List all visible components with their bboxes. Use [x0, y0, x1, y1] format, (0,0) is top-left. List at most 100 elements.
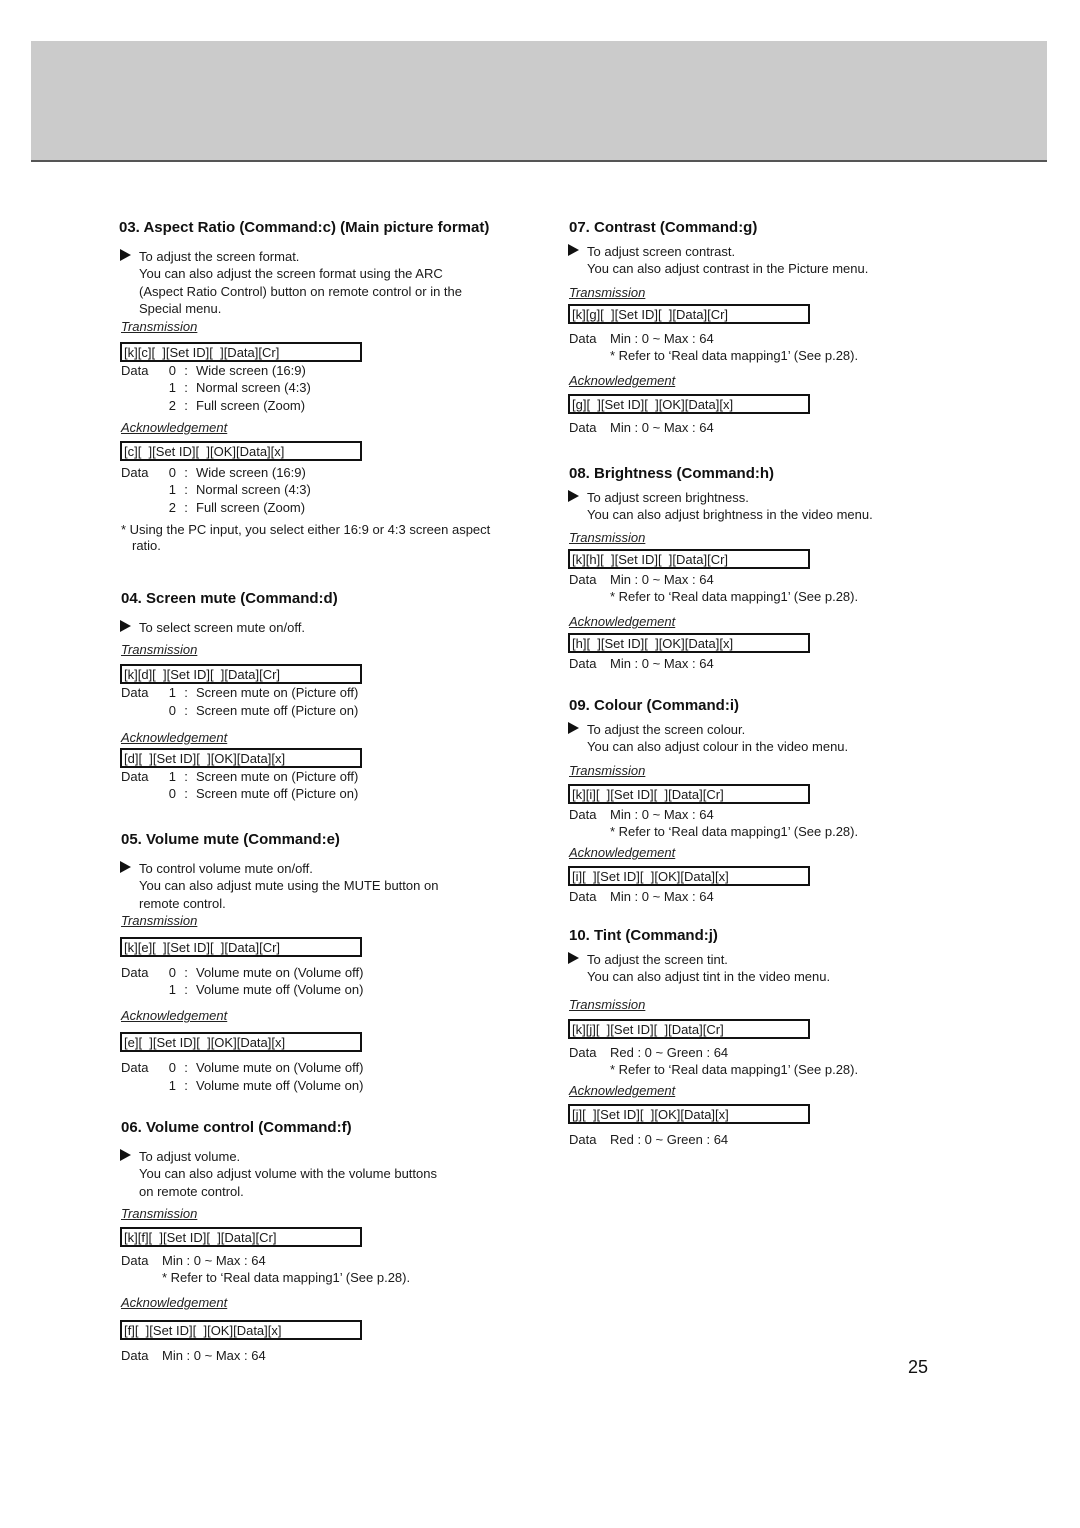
data-value: 1 — [168, 1077, 176, 1093]
description: To adjust the screen tint. You can also … — [568, 951, 929, 986]
data-text: Full screen (Zoom) — [196, 397, 306, 413]
data-range: Red : 0 ~ Green : 64 — [610, 1132, 729, 1148]
data-range: Min : 0 ~ Max : 64 — [610, 330, 714, 346]
description: To adjust screen contrast. You can also … — [568, 243, 929, 278]
data-range: Min : 0 ~ Max : 64 — [610, 571, 714, 587]
data-text: Screen mute off (Picture on) — [196, 786, 359, 802]
triangle-bullet-icon — [568, 952, 579, 964]
data-text: Volume mute on (Volume off) — [196, 964, 364, 980]
description: To adjust volume. You can also adjust vo… — [120, 1148, 541, 1200]
data-key: Data — [569, 806, 597, 822]
section-title: 05. Volume mute (Command:e) — [121, 831, 340, 848]
data-text: Screen mute on (Picture off) — [196, 768, 359, 784]
transmission-label: Transmission — [569, 762, 646, 778]
data-value: 0 — [168, 1060, 176, 1076]
description-line: remote control. — [139, 895, 226, 911]
data-range-row: Data Min : 0 ~ Max : 64 — [569, 655, 929, 672]
data-row: Data 0: Volume mute on (Volume off) — [121, 964, 541, 981]
data-range-row: Data Min : 0 ~ Max : 64 — [569, 330, 929, 347]
description-line: To adjust the screen format. — [139, 249, 300, 264]
acknowledgement-data: Data 0: Wide screen (16:9) 1: Normal screen… — [121, 464, 541, 516]
description-line: To adjust the screen colour. — [587, 722, 746, 737]
acknowledgement-command-box: [f][ ][Set ID][ ][OK][Data][x] — [120, 1320, 362, 1341]
description-line: You can also adjust volume with the volu… — [139, 1166, 437, 1182]
data-row: 0: Screen mute off (Picture on) — [121, 702, 541, 719]
data-value: 1 — [168, 768, 176, 784]
data-key: Data — [121, 1252, 149, 1268]
section-title: 08. Brightness (Command:h) — [569, 465, 775, 482]
data-text: Volume mute on (Volume off) — [196, 1060, 364, 1076]
transmission-label: Transmission — [121, 1205, 198, 1221]
description: To control volume mute on/off. You can a… — [120, 860, 541, 912]
data-key: Data — [569, 656, 597, 672]
data-key: Data — [121, 685, 149, 701]
transmission-command-box: [k][c][ ][Set ID][ ][Data][Cr] — [120, 342, 362, 363]
data-key: Data — [121, 768, 149, 784]
colon: : — [184, 1077, 188, 1093]
data-range: Min : 0 ~ Max : 64 — [610, 889, 714, 905]
colon: : — [184, 465, 188, 481]
colon: : — [184, 397, 188, 413]
data-value: 2 — [168, 499, 176, 515]
acknowledgement-label: Acknowledgement — [121, 1008, 228, 1024]
section-tint: 10. Tint (Command:j) To adjust the scree… — [568, 926, 929, 1148]
description-line: You can also adjust brightness in the vi… — [587, 507, 873, 523]
data-row: Data 0: Volume mute on (Volume off) — [121, 1059, 541, 1076]
description-line: on remote control. — [139, 1183, 244, 1199]
triangle-bullet-icon — [120, 620, 131, 632]
transmission-label: Transmission — [121, 319, 198, 335]
mapping-note: * Refer to ‘Real data mapping1’ (See p.2… — [610, 347, 859, 363]
data-value: 0 — [168, 363, 176, 379]
transmission-command-box: [k][i][ ][Set ID][ ][Data][Cr] — [568, 783, 810, 804]
transmission-label: Transmission — [121, 642, 198, 658]
colon: : — [184, 380, 188, 396]
acknowledgement-label: Acknowledgement — [121, 420, 228, 436]
transmission-command-box: [k][h][ ][Set ID][ ][Data][Cr] — [568, 548, 810, 569]
data-key-blank — [121, 981, 162, 998]
data-key: Data — [569, 330, 597, 346]
mapping-note: * Refer to ‘Real data mapping1’ (See p.2… — [610, 1061, 859, 1077]
data-key: Data — [569, 1044, 597, 1060]
acknowledgement-label: Acknowledgement — [121, 1295, 228, 1311]
data-text: Wide screen (16:9) — [196, 465, 306, 481]
description-line: To adjust volume. — [139, 1149, 241, 1164]
transmission-data: Data 1: Screen mute on (Picture off) 0: Scr… — [121, 684, 541, 719]
description: To adjust screen brightness. You can als… — [568, 489, 929, 524]
mapping-note: * Refer to ‘Real data mapping1’ (See p.2… — [610, 823, 859, 839]
acknowledgement-data: Data Min : 0 ~ Max : 64 — [569, 419, 929, 436]
section-brightness: 08. Brightness (Command:h) To adjust scr… — [568, 464, 929, 696]
colon: : — [184, 499, 188, 515]
data-range-row: Data Min : 0 ~ Max : 64 — [569, 888, 929, 905]
triangle-bullet-icon — [120, 249, 131, 261]
description-line: Special menu. — [139, 300, 222, 316]
data-key: Data — [569, 1132, 597, 1148]
data-key-blank — [121, 481, 162, 498]
data-key: Data — [569, 889, 597, 905]
colon: : — [184, 685, 188, 701]
section-volume-control: 06. Volume control (Command:f) To adjust… — [120, 1118, 541, 1365]
data-value: 0 — [168, 702, 176, 718]
transmission-label: Transmission — [569, 284, 646, 300]
acknowledgement-command-box: [j][ ][Set ID][ ][OK][Data][x] — [568, 1104, 810, 1125]
acknowledgement-data: Data Min : 0 ~ Max : 64 — [121, 1347, 541, 1364]
section-screen-mute: 04. Screen mute (Command:d) To select sc… — [120, 589, 541, 830]
data-row: 1: Volume mute off (Volume on) — [121, 981, 541, 998]
acknowledgement-data: Data Red : 0 ~ Green : 64 — [569, 1131, 929, 1148]
data-row: Data 1: Screen mute on (Picture off) — [121, 768, 541, 785]
acknowledgement-data: Data 1: Screen mute on (Picture off) 0: Scr… — [121, 768, 541, 803]
data-range: Min : 0 ~ Max : 64 — [162, 1252, 266, 1268]
data-text: Volume mute off (Volume on) — [196, 1077, 364, 1093]
acknowledgement-label: Acknowledgement — [569, 845, 676, 861]
transmission-label: Transmission — [569, 529, 646, 545]
data-key: Data — [121, 1060, 149, 1076]
data-range-row: Data Red : 0 ~ Green : 64 — [569, 1131, 929, 1148]
data-key: Data — [569, 420, 597, 436]
acknowledgement-data: Data Min : 0 ~ Max : 64 — [569, 655, 929, 672]
triangle-bullet-icon — [120, 861, 131, 873]
data-key-blank — [121, 379, 162, 396]
data-row: 1: Volume mute off (Volume on) — [121, 1077, 541, 1094]
acknowledgement-command-box: [c][ ][Set ID][ ][OK][Data][x] — [120, 441, 362, 462]
right-column: 07. Contrast (Command:g) To adjust scree… — [568, 218, 929, 1148]
colon: : — [184, 964, 188, 980]
description-line: To control volume mute on/off. — [139, 861, 313, 876]
